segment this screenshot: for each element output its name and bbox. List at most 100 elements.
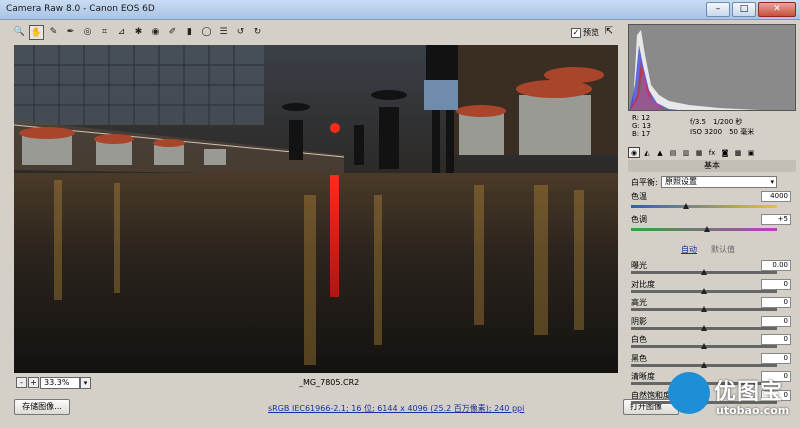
panel-tab-9-icon[interactable]: ▣	[745, 147, 757, 158]
zoom-bar: - + 33.3% ▾ _MG_7805.CR2	[14, 376, 618, 390]
basic-panel: 白平衡: 原照设置 ▾ 色温 4000 色调 +5 自动 默认值 曝光 0.00 对…	[628, 174, 796, 405]
panel-tab-1-icon[interactable]: ◭	[641, 147, 653, 158]
temperature-slider-thumb[interactable]	[683, 203, 690, 209]
auto-link[interactable]: 自动	[681, 244, 697, 255]
panel-tab-5-icon[interactable]: ▦	[693, 147, 705, 158]
slider-value-field[interactable]: 0	[761, 334, 791, 345]
slider-thumb[interactable]	[701, 361, 707, 368]
spot-removal-tool-icon[interactable]: ✱	[131, 25, 146, 40]
slider-label: 高光	[631, 298, 647, 307]
zoom-level-field[interactable]: 33.3%	[40, 377, 80, 389]
preferences-icon[interactable]: ☰	[216, 25, 231, 40]
panel-tab-0-icon[interactable]: ◉	[628, 147, 640, 158]
slider-label: 阴影	[631, 316, 647, 326]
adjustment-panel: R: 12 G: 13 B: 17 f/3.5 1/200 秒 ISO 3200 5…	[623, 22, 796, 405]
slider-value-field[interactable]: 0	[761, 297, 791, 308]
zoom-out-button[interactable]: -	[16, 377, 27, 388]
title-bar: Camera Raw 8.0 - Canon EOS 6D – □ ✕	[0, 0, 800, 20]
save-image-button[interactable]: 存储图像...	[14, 399, 70, 415]
watermark-title: 优图宝	[714, 380, 784, 405]
zoom-dropdown-icon[interactable]: ▾	[80, 377, 91, 389]
straighten-tool-icon[interactable]: ⊿	[114, 25, 129, 40]
shutter-speed: 1/200 秒	[712, 118, 743, 126]
chevron-down-icon: ▾	[770, 178, 774, 186]
blue-value: B: 17	[632, 130, 651, 138]
slider-thumb[interactable]	[701, 306, 707, 312]
temperature-slider-row: 色温 4000	[631, 191, 791, 212]
slider-label: 曝光	[631, 261, 647, 270]
slider-value-field[interactable]: 0	[761, 278, 791, 290]
red-eye-tool-icon[interactable]: ◉	[148, 25, 163, 40]
tool-bar: 🔍 ✋ ✎ ✒ ◎ ⌗ ⊿ ✱ ◉ ✐ ▮ ◯ ☰ ↺ ↻ ✓ 预览 ⇱	[10, 22, 618, 44]
watermark-url: utobao.com	[716, 404, 790, 417]
image-preview[interactable]	[14, 45, 618, 373]
white-balance-tool-icon[interactable]: ✎	[46, 25, 61, 40]
panel-tab-3-icon[interactable]: ▤	[667, 147, 679, 158]
preview-toggle[interactable]: ✓ 预览	[571, 27, 599, 38]
fullscreen-icon[interactable]: ⇱	[602, 25, 616, 39]
pixel-readout: R: 12 G: 13 B: 17 f/3.5 1/200 秒 ISO 3200 5…	[628, 112, 796, 144]
tint-slider-thumb[interactable]	[703, 226, 710, 232]
aperture: f/3.5	[690, 118, 706, 126]
temperature-track[interactable]	[631, 205, 777, 208]
panel-tab-8-icon[interactable]: ▩	[732, 147, 744, 158]
window-title: Camera Raw 8.0 - Canon EOS 6D	[6, 4, 155, 14]
focal-length: 50 毫米	[729, 128, 755, 136]
adjustment-brush-icon[interactable]: ✐	[165, 25, 180, 40]
temperature-field[interactable]: 4000	[761, 191, 791, 202]
panel-tab-6-icon[interactable]: fx	[706, 147, 718, 158]
white-balance-label: 白平衡:	[631, 178, 658, 187]
default-link[interactable]: 默认值	[711, 244, 735, 255]
green-value: G: 13	[632, 122, 651, 130]
panel-tab-4-icon[interactable]: ▥	[680, 147, 692, 158]
bird-logo-icon	[668, 372, 710, 414]
iso: ISO 3200	[690, 128, 723, 136]
file-name: _MG_7805.CR2	[299, 378, 360, 387]
close-button[interactable]: ✕	[758, 2, 796, 17]
tint-field[interactable]: +5	[761, 214, 791, 225]
auto-default-row: 自动 默认值	[631, 244, 791, 256]
slider-label: 白色	[631, 335, 647, 344]
radial-filter-icon[interactable]: ◯	[199, 25, 214, 40]
preview-checkbox[interactable]: ✓	[571, 27, 581, 38]
graduated-filter-icon[interactable]: ▮	[182, 25, 197, 40]
crop-tool-icon[interactable]: ⌗	[97, 25, 112, 40]
tool-group: 🔍 ✋ ✎ ✒ ◎ ⌗ ⊿ ✱ ◉ ✐ ▮ ◯ ☰ ↺ ↻	[12, 25, 265, 40]
maximize-button[interactable]: □	[732, 2, 756, 17]
white-balance-row: 白平衡: 原照设置 ▾	[631, 176, 791, 188]
red-value: R: 12	[632, 114, 651, 122]
preview-label: 预览	[583, 28, 599, 37]
zoom-tool-icon[interactable]: 🔍	[12, 25, 27, 40]
slider-value-field[interactable]: 0.00	[761, 260, 791, 271]
slider-label: 自然饱和度	[631, 390, 671, 400]
zoom-in-button[interactable]: +	[28, 377, 39, 388]
slider-thumb[interactable]	[701, 287, 707, 294]
site-watermark: 优图宝 utobao.com	[668, 368, 800, 426]
slider-label: 清晰度	[631, 372, 655, 381]
rgb-values: R: 12 G: 13 B: 17	[632, 114, 651, 138]
hand-tool-icon[interactable]: ✋	[29, 25, 44, 40]
rotate-ccw-icon[interactable]: ↺	[233, 25, 248, 40]
white-balance-value: 原照设置	[665, 177, 697, 186]
rotate-cw-icon[interactable]: ↻	[250, 25, 265, 40]
slider-thumb[interactable]	[701, 324, 707, 331]
white-balance-select[interactable]: 原照设置 ▾	[661, 176, 777, 188]
histogram-graph	[629, 30, 759, 110]
panel-tab-7-icon[interactable]: ◙	[719, 147, 731, 158]
minimize-button[interactable]: –	[706, 2, 730, 17]
slider-thumb[interactable]	[701, 343, 707, 349]
slider-label: 黑色	[631, 353, 647, 363]
window-controls: – □ ✕	[706, 2, 796, 17]
workflow-options-link[interactable]: sRGB IEC61966-2.1; 16 位; 6144 x 4096 (25…	[268, 403, 524, 414]
color-sampler-tool-icon[interactable]: ✒	[63, 25, 78, 40]
photo-preview-image	[14, 45, 618, 373]
targeted-adjustment-tool-icon[interactable]: ◎	[80, 25, 95, 40]
slider-value-field[interactable]: 0	[761, 352, 791, 364]
slider-value-field[interactable]: 0	[761, 315, 791, 327]
histogram	[628, 24, 796, 111]
tint-slider-row: 色调 +5	[631, 214, 791, 235]
slider-thumb[interactable]	[701, 269, 707, 275]
slider-label: 对比度	[631, 279, 655, 289]
panel-tab-bar: ◉ ◭ ▲ ▤ ▥ ▦ fx ◙ ▩ ▣	[628, 146, 796, 159]
panel-tab-2-icon[interactable]: ▲	[654, 147, 666, 158]
